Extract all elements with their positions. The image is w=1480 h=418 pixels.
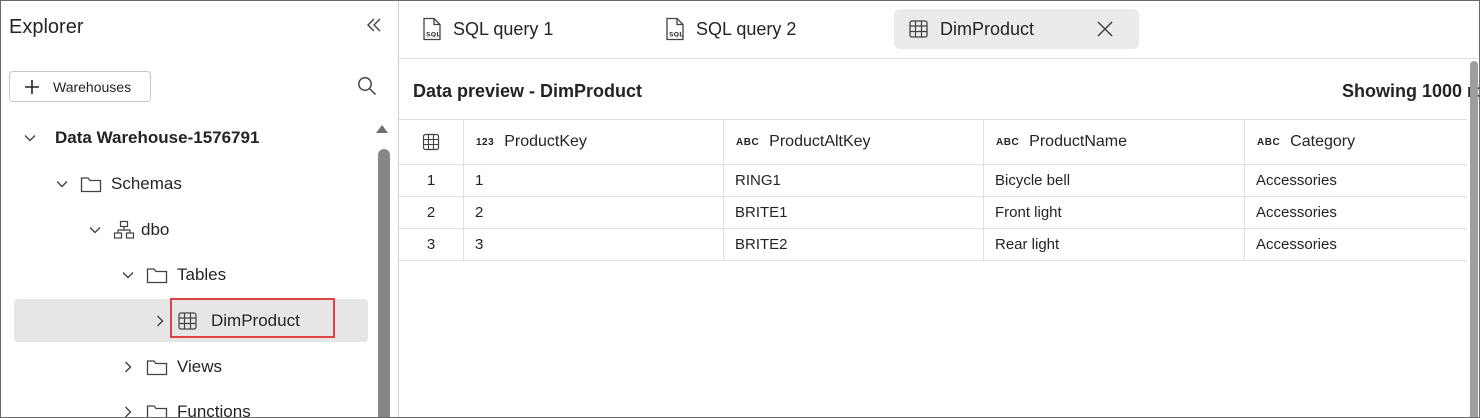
column-header-productaltkey[interactable]: ABC ProductAltKey xyxy=(724,119,984,165)
chevron-right-icon xyxy=(125,406,132,417)
app-window: Explorer Warehouses Data Warehouse-15767… xyxy=(0,0,1480,418)
search-icon[interactable] xyxy=(357,76,377,96)
preview-scrollbar[interactable] xyxy=(1470,61,1478,417)
sql-file-icon: SQL xyxy=(666,17,684,41)
text-type-icon: ABC xyxy=(996,136,1020,148)
svg-text:SQL: SQL xyxy=(426,31,440,39)
table-cell[interactable]: 3 xyxy=(464,229,724,261)
folder-icon xyxy=(80,177,102,193)
table-cell[interactable]: BRITE2 xyxy=(724,229,984,261)
folder-icon xyxy=(146,405,168,417)
tab-label: SQL query 1 xyxy=(453,18,554,39)
schema-icon xyxy=(113,220,135,239)
chevron-right-icon xyxy=(157,315,164,327)
row-number: 2 xyxy=(399,197,464,229)
chevron-down-icon xyxy=(89,227,101,234)
column-header-productname[interactable]: ABC ProductName xyxy=(984,119,1245,165)
row-number: 1 xyxy=(399,165,464,197)
collapse-pane-icon[interactable] xyxy=(363,13,385,37)
column-header-label: Category xyxy=(1290,133,1356,150)
column-header-category[interactable]: ABC Category xyxy=(1245,119,1467,165)
number-type-icon: 123 xyxy=(476,136,495,148)
table-icon xyxy=(422,133,440,151)
column-header-label: ProductName xyxy=(1029,133,1127,150)
dbo-label: dbo xyxy=(141,220,170,239)
tree-item-schemas[interactable]: Schemas xyxy=(55,169,182,199)
select-all-header[interactable] xyxy=(399,119,464,165)
highlight-box xyxy=(170,298,335,338)
tab-label: SQL query 2 xyxy=(696,18,797,39)
table-cell[interactable]: Bicycle bell xyxy=(984,165,1245,197)
table-cell[interactable]: BRITE1 xyxy=(724,197,984,229)
add-warehouses-label: Warehouses xyxy=(53,78,132,95)
text-type-icon: ABC xyxy=(1257,136,1281,148)
data-grid: 123 ProductKey ABC ProductAltKey ABC Pro… xyxy=(399,119,1467,263)
functions-label: Functions xyxy=(177,402,251,418)
tree-item-dbo[interactable]: dbo xyxy=(88,215,169,245)
table-cell[interactable]: RING1 xyxy=(724,165,984,197)
tab-sql-query-2[interactable]: SQL SQL query 2 xyxy=(664,9,884,49)
table-cell[interactable]: Accessories xyxy=(1245,165,1467,197)
chevron-right-icon xyxy=(125,361,132,373)
chevron-down-icon xyxy=(122,272,134,279)
tab-sql-query-1[interactable]: SQL SQL query 1 xyxy=(421,9,641,49)
views-label: Views xyxy=(177,357,223,376)
text-type-icon: ABC xyxy=(736,136,760,148)
chevron-down-icon xyxy=(24,135,36,142)
schemas-label: Schemas xyxy=(111,174,182,193)
table-cell[interactable]: Accessories xyxy=(1245,197,1467,229)
row-count-text: Showing 1000 ro xyxy=(1342,81,1480,101)
row-number: 3 xyxy=(399,229,464,261)
column-header-productkey[interactable]: 123 ProductKey xyxy=(464,119,724,165)
column-header-label: ProductAltKey xyxy=(769,133,871,150)
tree-item-views[interactable]: Views xyxy=(121,352,222,382)
folder-icon xyxy=(146,360,168,376)
tree-item-functions[interactable]: Functions xyxy=(121,397,251,418)
table-cell[interactable]: Front light xyxy=(984,197,1245,229)
explorer-scrollbar[interactable] xyxy=(378,149,390,417)
sql-file-icon: SQL xyxy=(423,17,441,41)
table-cell[interactable]: Accessories xyxy=(1245,229,1467,261)
tab-bar: SQL SQL query 1 SQL SQL query 2 DimProdu… xyxy=(399,1,1479,59)
explorer-pane: Explorer Warehouses Data Warehouse-15767… xyxy=(1,1,391,418)
plus-icon xyxy=(25,79,39,94)
folder-icon xyxy=(146,268,168,284)
chevron-down-icon xyxy=(56,181,68,188)
add-warehouses-button[interactable]: Warehouses xyxy=(9,71,151,102)
preview-title: Data preview - DimProduct xyxy=(413,81,643,101)
table-icon xyxy=(909,20,928,38)
tree-item-tables[interactable]: Tables xyxy=(121,260,226,290)
close-icon[interactable] xyxy=(1096,20,1114,38)
scroll-up-arrow-icon[interactable] xyxy=(376,125,388,133)
table-cell[interactable]: Rear light xyxy=(984,229,1245,261)
tree-item-warehouse[interactable]: Data Warehouse-1576791 xyxy=(23,123,259,153)
svg-text:SQL: SQL xyxy=(669,31,683,39)
table-cell[interactable]: 1 xyxy=(464,165,724,197)
table-cell[interactable]: 2 xyxy=(464,197,724,229)
tab-label: DimProduct xyxy=(940,18,1035,39)
tables-label: Tables xyxy=(177,265,227,284)
warehouse-label: Data Warehouse-1576791 xyxy=(55,128,260,147)
column-header-label: ProductKey xyxy=(504,133,587,150)
tab-dimproduct[interactable]: DimProduct xyxy=(894,9,1139,49)
explorer-title: Explorer xyxy=(9,16,84,38)
